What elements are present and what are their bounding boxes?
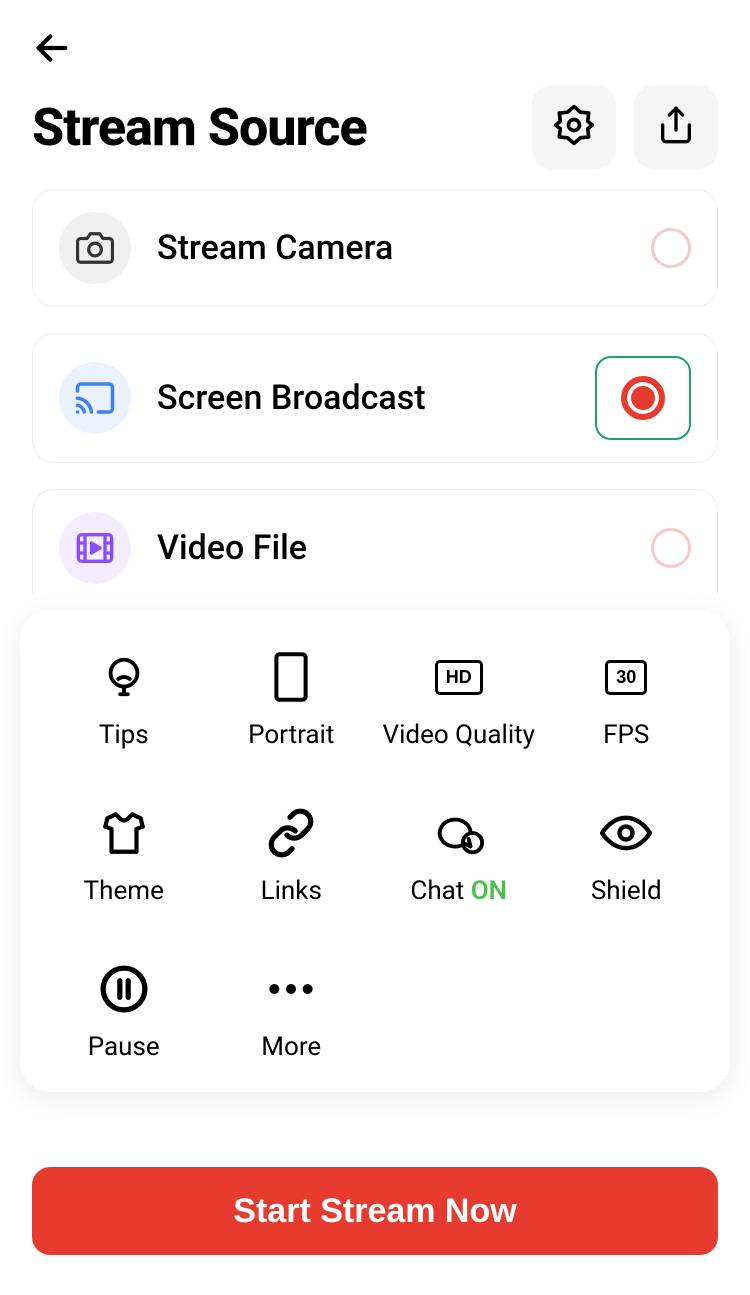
option-pause[interactable]: Pause xyxy=(40,962,208,1062)
header: Stream Source xyxy=(0,0,750,169)
source-label: Video File xyxy=(157,528,625,568)
cast-icon xyxy=(59,362,131,434)
option-links[interactable]: Links xyxy=(208,806,376,906)
option-more[interactable]: More xyxy=(208,962,376,1062)
option-label: Tips xyxy=(99,720,149,750)
start-stream-button[interactable]: Start Stream Now xyxy=(32,1167,718,1255)
hd-icon: HD xyxy=(435,650,483,704)
radio-selected xyxy=(595,356,691,440)
eye-icon xyxy=(600,806,652,860)
option-shield[interactable]: Shield xyxy=(543,806,711,906)
video-file-icon xyxy=(59,512,131,584)
option-label: Theme xyxy=(84,876,164,906)
option-label: More xyxy=(261,1032,321,1062)
link-icon xyxy=(266,806,316,860)
source-stream-camera[interactable]: Stream Camera xyxy=(32,189,718,307)
option-theme[interactable]: Theme xyxy=(40,806,208,906)
share-button[interactable] xyxy=(634,85,718,169)
source-label: Stream Camera xyxy=(157,228,625,268)
fps-icon: 30 xyxy=(605,650,647,704)
option-portrait[interactable]: Portrait xyxy=(208,650,376,750)
back-button[interactable] xyxy=(32,28,72,68)
option-label: Pause xyxy=(88,1032,160,1062)
more-icon xyxy=(266,962,316,1016)
source-screen-broadcast[interactable]: Screen Broadcast xyxy=(32,333,718,463)
radio-unselected xyxy=(651,228,691,268)
portrait-icon xyxy=(271,650,311,704)
option-label: Portrait xyxy=(248,720,334,750)
page-title: Stream Source xyxy=(32,97,367,158)
settings-button[interactable] xyxy=(532,85,616,169)
option-tips[interactable]: Tips xyxy=(40,650,208,750)
share-icon xyxy=(656,105,696,149)
option-label: Chat ON xyxy=(410,876,507,906)
tips-icon xyxy=(101,650,147,704)
option-chat[interactable]: Chat ON xyxy=(375,806,543,906)
option-label: Shield xyxy=(591,876,662,906)
option-label: Video Quality xyxy=(383,720,535,750)
option-fps[interactable]: 30 FPS xyxy=(543,650,711,750)
pause-icon xyxy=(99,962,149,1016)
option-video-quality[interactable]: HD Video Quality xyxy=(375,650,543,750)
source-video-file[interactable]: Video File xyxy=(32,489,718,594)
gear-icon xyxy=(552,103,596,151)
camera-icon xyxy=(59,212,131,284)
option-label: FPS xyxy=(603,720,649,750)
option-label: Links xyxy=(261,876,322,906)
source-list: Stream Camera Screen Broadcast xyxy=(0,169,750,594)
options-panel: Tips Portrait HD Video Quality 30 FPS xyxy=(20,610,730,1092)
radio-unselected xyxy=(651,528,691,568)
start-stream-label: Start Stream Now xyxy=(233,1192,516,1231)
chat-icon xyxy=(432,806,486,860)
source-label: Screen Broadcast xyxy=(157,378,569,418)
theme-icon xyxy=(99,806,149,860)
header-actions xyxy=(532,85,718,169)
